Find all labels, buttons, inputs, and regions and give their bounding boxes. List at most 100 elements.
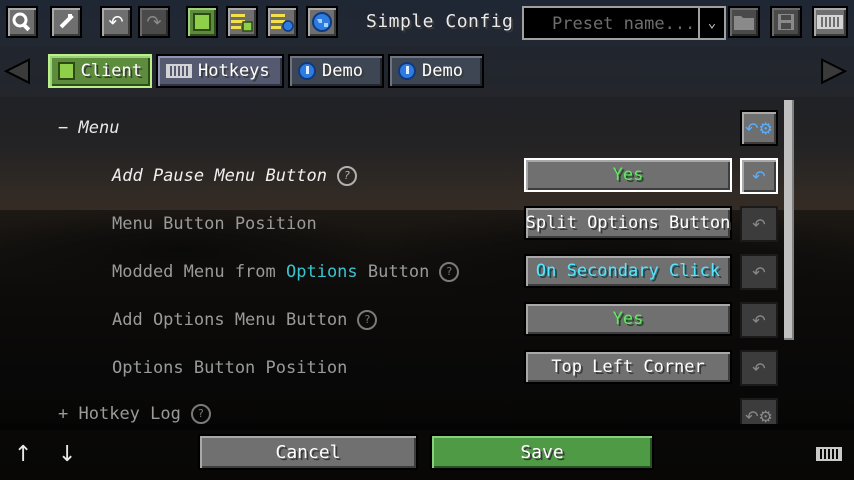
config-value-button[interactable]: Top Left Corner [524,350,732,384]
list-server-button[interactable] [266,6,298,38]
scroll-down-button[interactable]: ↓ [58,442,76,467]
list-cube-icon [231,14,253,32]
config-label-highlight: Options [286,262,358,282]
config-value-button[interactable]: Yes [524,158,732,192]
cancel-button[interactable]: Cancel [198,434,418,470]
config-label-text: Add Options Menu Button [112,310,348,330]
keyboard-icon [817,15,843,29]
tab-scroll-right[interactable]: ▶ [821,51,846,88]
wand-icon [59,14,74,29]
config-value-button[interactable]: Yes [524,302,732,336]
tab-label: Client [80,61,142,81]
tab-bar: ◀ Client Hotkeys Demo Demo ▶ [0,46,854,97]
keyboard-icon [816,447,842,461]
globe-icon [312,12,332,32]
redo-button[interactable]: ↷ [138,6,170,38]
scroll-up-button[interactable]: ↑ [14,442,32,467]
cube-icon [193,13,211,31]
footer-bar [0,424,854,480]
reset-button[interactable]: ↶ [740,350,778,386]
section-label: Hotkey Log [78,404,181,424]
folder-icon [734,16,754,30]
cube-icon [58,62,75,80]
config-label-text: Add Pause Menu Button [112,166,327,186]
preset-name-placeholder: Preset name... [552,14,696,34]
reset-icon: ↶ [752,166,766,186]
keyboard-button[interactable] [812,6,848,38]
tab-label: Demo [322,61,363,81]
client-config-button[interactable] [186,6,218,38]
edit-button[interactable] [50,6,82,38]
config-row: Options Button Position Top Left Corner … [0,346,790,390]
reset-icon: ↶ [752,310,766,330]
globe-icon [298,62,316,80]
config-row: Modded Menu from Options Button? On Seco… [0,250,790,294]
reset-button[interactable]: ↶ [740,206,778,242]
tab-demo-2[interactable]: Demo [388,54,484,88]
config-label: Add Options Menu Button? [112,310,378,330]
config-label-text: Modded Menu from [112,262,286,282]
reset-icon: ↶ [752,358,766,378]
keyboard-toggle-button[interactable] [816,447,842,461]
save-icon [778,14,794,30]
config-label: Options Button Position [112,358,348,378]
reset-all-icon: ↶⚙ [745,406,773,425]
reset-section-button[interactable]: ↶⚙ [740,398,778,424]
config-value-button[interactable]: On Secondary Click [524,254,732,288]
reset-section-button[interactable]: ↶⚙ [740,110,778,146]
preset-dropdown-button[interactable]: ⌄ [698,8,724,38]
scrollbar[interactable] [784,100,794,340]
help-icon[interactable]: ? [439,262,460,282]
config-label: Menu Button Position [112,214,317,234]
section-label: Menu [78,118,120,138]
save-button[interactable]: Save [430,434,654,470]
arrow-up-icon: ↑ [14,442,33,467]
section-header-menu[interactable]: − Menu ↶⚙ [0,106,790,150]
tab-hotkeys[interactable]: Hotkeys [156,54,284,88]
help-icon[interactable]: ? [336,166,357,186]
list-globe-icon [271,14,294,32]
page-title: Simple Config [366,11,514,32]
top-toolbar: ↶ ↷ Simple Config Preset name... ⌄ [0,0,854,46]
config-row: Add Pause Menu Button? Yes ↶ [0,154,790,198]
load-preset-button[interactable] [728,6,760,38]
collapse-icon: − [58,118,69,138]
undo-icon: ↶ [108,11,124,33]
keyboard-icon [166,64,192,78]
chevron-left-icon: ◀ [5,51,30,88]
chevron-right-icon: ▶ [821,51,846,88]
reset-icon: ↶ [752,214,766,234]
redo-icon: ↷ [146,11,162,33]
config-label-text: Button [357,262,430,282]
tab-label: Demo [422,61,463,81]
config-value-button[interactable]: Split Options Button [524,206,732,240]
help-icon[interactable]: ? [357,310,378,330]
config-row: Menu Button Position Split Options Butto… [0,202,790,246]
reset-button[interactable]: ↶ [740,302,778,338]
reset-icon: ↶ [752,262,766,282]
expand-icon: + [58,404,69,424]
undo-button[interactable]: ↶ [100,6,132,38]
config-label: Modded Menu from Options Button? [112,262,460,282]
globe-icon [398,62,416,80]
server-button[interactable] [306,6,338,38]
section-title: − Menu [58,118,119,138]
help-icon[interactable]: ? [190,404,211,424]
tab-scroll-left[interactable]: ◀ [5,51,30,88]
save-preset-button[interactable] [770,6,802,38]
magnifier-icon [12,12,31,32]
list-config-button[interactable] [226,6,258,38]
tab-demo[interactable]: Demo [288,54,384,88]
search-button[interactable] [6,6,38,38]
tab-label: Hotkeys [198,61,270,81]
tab-client[interactable]: Client [48,54,152,88]
section-header-hotkey-log[interactable]: + Hotkey Log? ↶⚙ [0,392,790,424]
reset-button[interactable]: ↶ [740,254,778,290]
arrow-down-icon: ↓ [58,442,77,467]
reset-button[interactable]: ↶ [740,158,778,194]
preset-name-input[interactable]: Preset name... ⌄ [522,6,726,40]
section-title: + Hotkey Log? [58,404,211,424]
reset-all-icon: ↶⚙ [745,118,773,138]
config-row: Add Options Menu Button? Yes ↶ [0,298,790,342]
config-label: Add Pause Menu Button? [112,166,357,186]
